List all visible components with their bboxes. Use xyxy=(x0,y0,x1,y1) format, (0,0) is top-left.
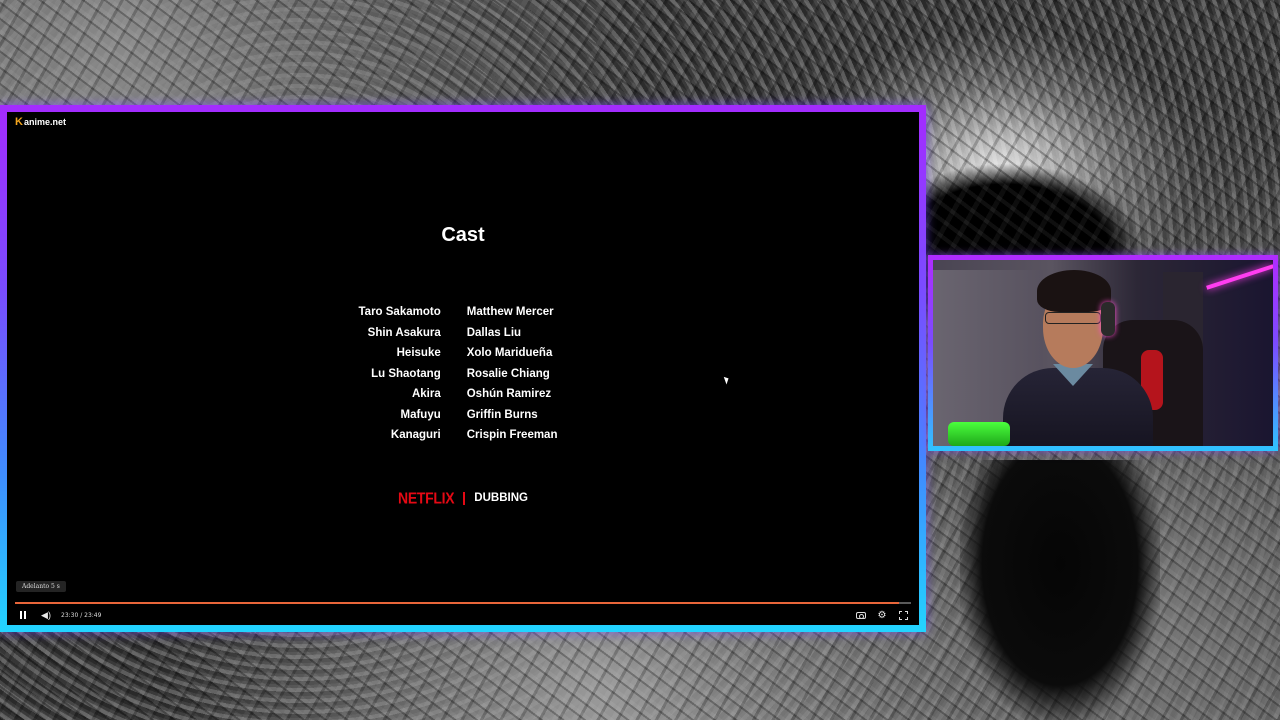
cast-character: Mafuyu xyxy=(400,408,441,421)
fullscreen-button[interactable] xyxy=(895,608,911,622)
cast-character: Taro Sakamoto xyxy=(358,306,441,318)
gear-icon[interactable]: ⚙ xyxy=(874,608,890,622)
cast-character: Heisuke xyxy=(396,347,441,359)
progress-bar[interactable] xyxy=(15,602,911,604)
cast-actor: Dallas Liu xyxy=(466,326,522,339)
cast-actors-column: Matthew Mercer Dallas Liu Xolo Maridueña… xyxy=(467,302,558,446)
camera-icon xyxy=(856,611,866,619)
cast-actor: Crispin Freeman xyxy=(466,429,558,441)
video-player[interactable]: K anime.net Cast Taro Sakamoto Shin Asak… xyxy=(7,112,919,625)
netflix-logo: NETFLIX xyxy=(398,488,455,508)
dubbing-brand: NETFLIX DUBBING xyxy=(7,488,919,508)
cast-actor: Griffin Burns xyxy=(466,408,538,421)
cast-character: Shin Asakura xyxy=(367,326,441,339)
cast-actor: Oshún Ramirez xyxy=(466,388,552,400)
site-logo: K anime.net xyxy=(15,116,66,128)
cast-list: Taro Sakamoto Shin Asakura Heisuke Lu Sh… xyxy=(7,302,919,446)
credits-title: Cast xyxy=(441,224,485,246)
dubbing-label: DUBBING xyxy=(474,492,528,504)
progress-fill xyxy=(15,602,900,604)
brand-divider xyxy=(463,491,466,505)
site-logo-mark: K xyxy=(15,116,23,128)
cast-character: Lu Shaotang xyxy=(371,367,441,380)
webcam-feed xyxy=(933,260,1273,446)
volume-icon[interactable]: ◀) xyxy=(39,608,53,622)
cast-characters-column: Taro Sakamoto Shin Asakura Heisuke Lu Sh… xyxy=(359,302,441,446)
fullscreen-icon xyxy=(898,610,908,620)
cast-character: Kanaguri xyxy=(390,429,441,441)
cast-character: Akira xyxy=(411,388,441,400)
cast-actor: Xolo Maridueña xyxy=(466,347,553,359)
cast-actor: Rosalie Chiang xyxy=(466,367,550,380)
green-cup xyxy=(948,422,1010,446)
site-logo-text: anime.net xyxy=(23,117,66,127)
webcam-frame xyxy=(928,255,1278,451)
screenshot-button[interactable] xyxy=(853,608,869,622)
cast-actor: Matthew Mercer xyxy=(466,306,554,318)
seek-tooltip: Adelanto 5 s xyxy=(16,581,66,592)
neon-light xyxy=(1206,264,1273,290)
pause-icon[interactable] xyxy=(17,608,29,622)
time-display: 23:30 / 23:49 xyxy=(61,611,102,619)
background-silhouette xyxy=(960,460,1160,720)
player-frame: K anime.net Cast Taro Sakamoto Shin Asak… xyxy=(0,105,926,632)
player-controls: ◀) 23:30 / 23:49 ⚙ xyxy=(15,608,911,622)
headphones xyxy=(1101,302,1115,336)
